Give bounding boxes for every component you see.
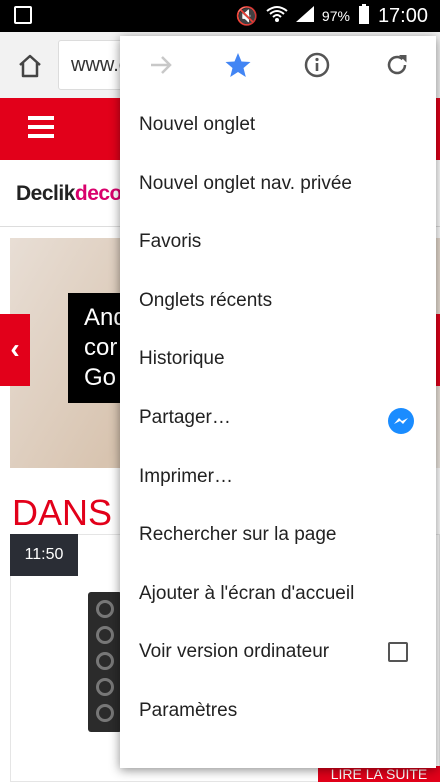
menu-item-settings[interactable]: Paramètres bbox=[120, 682, 436, 741]
menu-item-new-tab[interactable]: Nouvel onglet bbox=[120, 96, 436, 155]
logo-part-1: Declik bbox=[16, 182, 75, 205]
time-badge: 11:50 bbox=[10, 534, 78, 576]
messenger-icon[interactable] bbox=[386, 403, 416, 434]
menu-item-label: Paramètres bbox=[139, 699, 238, 721]
forward-icon[interactable] bbox=[146, 50, 176, 80]
menu-item-add-to-home[interactable]: Ajouter à l'écran d'accueil bbox=[120, 565, 436, 624]
menu-icon-row bbox=[120, 36, 436, 96]
hero-caption: And cor Go bbox=[68, 293, 128, 403]
refresh-icon[interactable] bbox=[382, 50, 412, 80]
menu-item-new-private-tab[interactable]: Nouvel onglet nav. privée bbox=[120, 155, 436, 214]
mute-icon: 🔇 bbox=[235, 5, 258, 26]
logo-part-2: deco bbox=[74, 182, 123, 205]
site-logo[interactable]: Declikdeco bbox=[16, 182, 122, 206]
menu-item-label: Ajouter à l'écran d'accueil bbox=[139, 582, 355, 604]
menu-item-label: Partager… bbox=[139, 406, 231, 428]
menu-item-label: Nouvel onglet nav. privée bbox=[139, 172, 352, 194]
info-icon[interactable] bbox=[302, 50, 332, 80]
menu-item-recent-tabs[interactable]: Onglets récents bbox=[120, 272, 436, 331]
home-icon[interactable] bbox=[16, 52, 44, 80]
carousel-prev-button[interactable]: ‹ bbox=[0, 314, 30, 386]
menu-item-label: Nouvel onglet bbox=[139, 114, 256, 135]
menu-item-label: Onglets récents bbox=[139, 289, 273, 311]
battery-percentage: 97% bbox=[321, 8, 350, 24]
overflow-menu: Nouvel onglet Nouvel onglet nav. privée … bbox=[120, 36, 436, 768]
read-more-button[interactable]: LIRE LA SUITE bbox=[318, 766, 440, 782]
status-icons: 🔇 97% 17:00 bbox=[235, 0, 428, 32]
menu-item-history[interactable]: Historique bbox=[120, 330, 436, 389]
menu-item-find-in-page[interactable]: Rechercher sur la page bbox=[120, 506, 436, 565]
menu-item-share[interactable]: Partager… bbox=[120, 389, 436, 448]
menu-item-label: Historique bbox=[139, 348, 225, 370]
image-notification-icon bbox=[14, 6, 32, 24]
menu-item-print[interactable]: Imprimer… bbox=[120, 448, 436, 507]
hamburger-menu-icon[interactable] bbox=[28, 116, 54, 138]
menu-item-desktop-site[interactable]: Voir version ordinateur bbox=[120, 623, 436, 682]
wifi-icon bbox=[266, 5, 288, 28]
article-thumbnail[interactable] bbox=[88, 592, 122, 732]
menu-item-label: Imprimer… bbox=[139, 465, 233, 487]
menu-item-bookmarks[interactable]: Favoris bbox=[120, 213, 436, 272]
signal-icon bbox=[295, 5, 314, 27]
status-bar: 🔇 97% 17:00 bbox=[0, 0, 440, 32]
clock: 17:00 bbox=[377, 4, 428, 27]
desktop-site-checkbox[interactable] bbox=[388, 642, 408, 663]
star-icon[interactable] bbox=[223, 50, 253, 80]
battery-icon bbox=[358, 3, 370, 29]
menu-item-label: Favoris bbox=[139, 231, 202, 253]
menu-item-label: Voir version ordinateur bbox=[139, 641, 330, 663]
menu-item-label: Rechercher sur la page bbox=[139, 524, 337, 546]
